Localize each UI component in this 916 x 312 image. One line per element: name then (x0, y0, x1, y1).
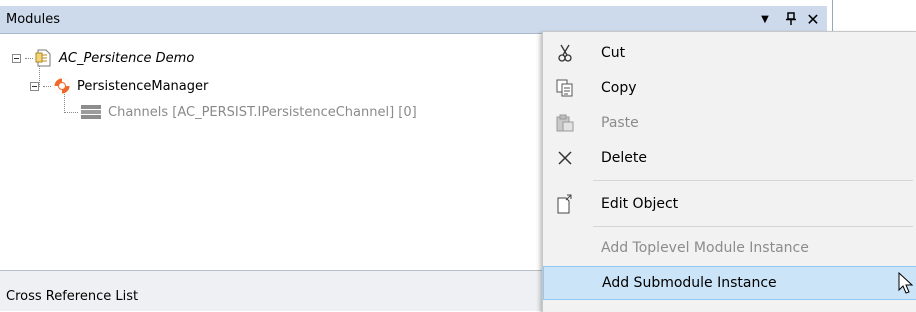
window-position-dropdown-icon[interactable]: ▼ (756, 10, 774, 28)
cross-reference-panel-header[interactable]: Cross Reference List (0, 270, 560, 311)
tree-node-label: PersistenceManager (77, 78, 209, 94)
pin-icon[interactable] (782, 10, 800, 28)
menu-item-cut[interactable]: Cut (543, 36, 916, 70)
close-icon[interactable]: ✕ (804, 10, 822, 29)
collapse-icon[interactable] (30, 81, 39, 91)
menu-item-label: Paste (601, 115, 639, 131)
menu-item-add-submodule-instance[interactable]: Add Submodule Instance (543, 266, 916, 300)
scissors-icon (555, 43, 575, 63)
menu-item-label: Cut (601, 45, 626, 61)
tree-node-root[interactable]: AC_Persitence Demo (12, 47, 194, 69)
menu-item-label: Edit Object (601, 196, 679, 212)
edit-object-icon (555, 194, 575, 214)
paste-icon (555, 113, 575, 133)
menu-item-paste: Paste (543, 106, 916, 140)
delete-x-icon (555, 148, 575, 168)
lifebuoy-icon (53, 77, 71, 95)
tree-node-persistence-manager[interactable]: PersistenceManager (30, 75, 208, 97)
menu-item-label: Delete (601, 150, 647, 166)
copy-icon (555, 78, 575, 98)
list-stack-icon (80, 103, 102, 121)
context-menu: Cut Copy Paste Delete Edit Object Add To… (542, 31, 916, 312)
modules-panel-header: Modules ▼ ✕ (0, 6, 827, 34)
tree-node-label: AC_Persitence Demo (59, 50, 195, 66)
document-icon (35, 49, 53, 67)
menu-item-copy[interactable]: Copy (543, 71, 916, 105)
tree-connector (43, 85, 51, 87)
menu-item-add-toplevel-module-instance: Add Toplevel Module Instance (543, 231, 916, 265)
modules-panel-title: Modules (6, 12, 61, 27)
tree-connector (25, 57, 33, 59)
menu-item-label: Add Submodule Instance (602, 275, 777, 291)
cross-reference-panel-title: Cross Reference List (6, 289, 139, 304)
collapse-icon[interactable] (12, 53, 21, 63)
menu-separator (593, 180, 913, 181)
tree-node-label: Channels [AC_PERSIST.IPersistenceChannel… (108, 104, 417, 120)
mouse-cursor-icon (898, 271, 914, 298)
menu-item-label: Copy (601, 80, 637, 96)
menu-item-edit-object[interactable]: Edit Object (543, 187, 916, 221)
tree-node-channels[interactable]: Channels [AC_PERSIST.IPersistenceChannel… (64, 101, 417, 123)
menu-separator (593, 226, 913, 227)
tree-connector (64, 111, 78, 113)
menu-item-delete[interactable]: Delete (543, 141, 916, 175)
menu-item-label: Add Toplevel Module Instance (601, 240, 809, 256)
